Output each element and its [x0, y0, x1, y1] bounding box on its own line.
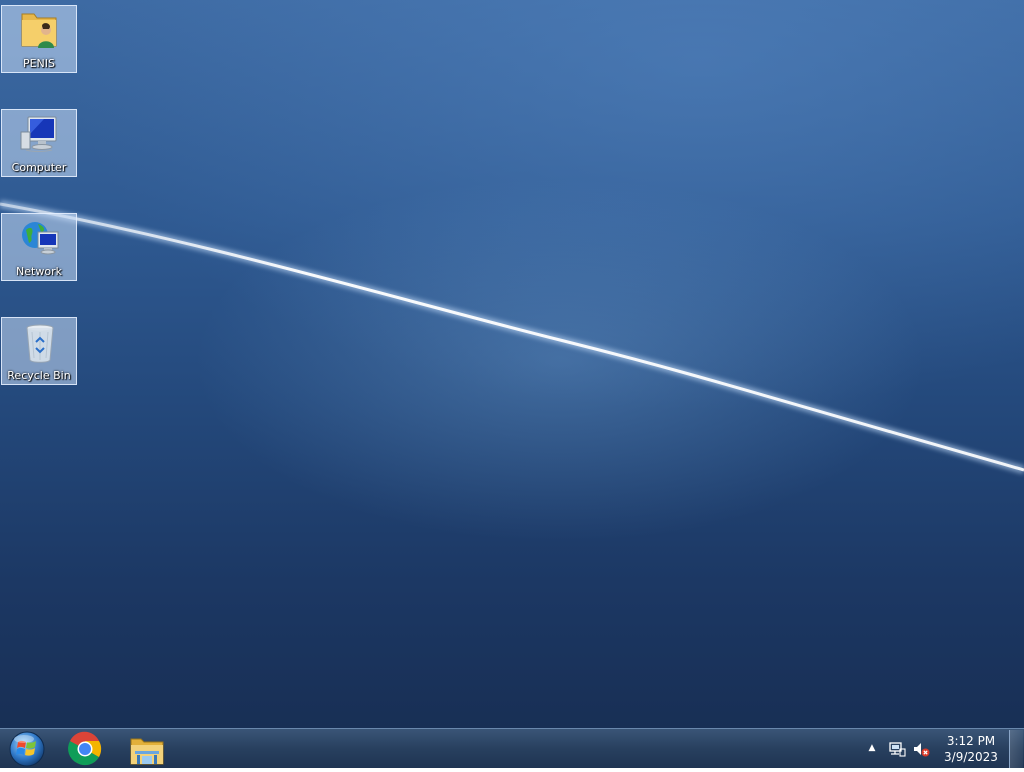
taskbar-chrome-button[interactable]: [63, 731, 107, 767]
start-button[interactable]: [4, 730, 50, 768]
clock-time: 3:12 PM: [946, 734, 996, 748]
desktop-icon-recycle-bin[interactable]: Recycle Bin: [1, 317, 77, 385]
desktop-icon-computer[interactable]: Computer: [1, 109, 77, 177]
network-status-icon: [889, 742, 906, 757]
show-desktop-button[interactable]: [1009, 730, 1023, 768]
desktop-icon-label: Network: [16, 265, 62, 278]
recycle-bin-icon: [26, 324, 54, 363]
desktop-icon-label: Recycle Bin: [7, 369, 71, 382]
user-folder-icon: [21, 13, 57, 48]
computer-icon: [20, 116, 57, 152]
desktop-icon-label: Computer: [11, 161, 67, 174]
desktop-icon-user-folder[interactable]: PENIS: [1, 5, 77, 73]
clock-date: 3/9/2023: [944, 750, 998, 764]
wallpaper-light-streak: [0, 200, 1024, 474]
taskbar-clock[interactable]: 3:12 PM 3/9/2023: [936, 733, 1006, 765]
tray-network-button[interactable]: [888, 740, 906, 758]
network-icon: [22, 222, 59, 255]
taskbar-file-explorer-button[interactable]: [125, 731, 169, 767]
up-arrow-icon: ▲: [868, 743, 876, 753]
tray-volume-button[interactable]: [912, 740, 930, 758]
show-hidden-icons-button[interactable]: ▲: [866, 742, 878, 754]
desktop-icon-network[interactable]: Network: [1, 213, 77, 281]
desktop[interactable]: PENIS Computer Network Recycle Bin: [0, 0, 1024, 728]
volume-muted-icon: [914, 743, 930, 757]
desktop-icon-label: PENIS: [22, 57, 56, 70]
taskbar: ▲ 3:12 PM 3/9/2023: [0, 728, 1024, 768]
windows-start-orb-icon: [9, 731, 45, 767]
file-explorer-icon: [130, 738, 164, 765]
chrome-icon: [68, 731, 102, 766]
